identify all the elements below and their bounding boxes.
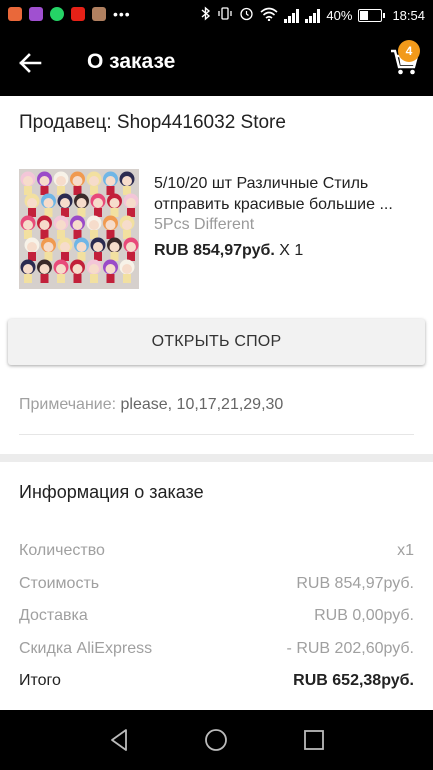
product-variant: 5Pcs Different: [154, 216, 255, 233]
info-value: RUB 854,97руб.: [296, 575, 414, 592]
status-bar: ••• 40% 18:54: [0, 0, 433, 30]
info-value: x1: [397, 542, 414, 559]
alarm-icon: [239, 6, 254, 25]
battery-percent: 40%: [326, 7, 353, 23]
divider: [19, 434, 414, 435]
product-title[interactable]: 5/10/20 шт Различные Стиль отправить кра…: [154, 173, 419, 215]
info-label: Стоимость: [19, 575, 100, 592]
nav-recents-button[interactable]: [300, 726, 328, 754]
order-info-card: Информация о заказе Количество x1 Стоимо…: [0, 462, 433, 710]
signal-icon: [284, 8, 300, 23]
product-title-line: отправить красивые большие ...: [154, 196, 393, 213]
triangle-back-icon: [111, 729, 127, 751]
bluetooth-icon: [201, 6, 211, 25]
page-title: О заказе: [87, 50, 176, 73]
product-price-row: RUB 854,97руб. X 1: [154, 242, 303, 260]
app-bar: О заказе 4: [0, 30, 433, 96]
vibrate-icon: [217, 6, 233, 25]
info-label: Скидка AliExpress: [19, 640, 153, 657]
product-price: RUB 854,97руб.: [154, 242, 275, 259]
info-value: - RUB 202,60руб.: [286, 640, 414, 657]
wifi-icon: [260, 7, 278, 25]
square-recents-icon: [304, 730, 324, 750]
back-button[interactable]: [14, 47, 46, 79]
youtube-icon: [71, 7, 85, 21]
product-image[interactable]: [19, 169, 139, 289]
system-nav-bar: [0, 710, 433, 770]
notification-app-icon: [92, 7, 106, 21]
open-dispute-button[interactable]: ОТКРЫТЬ СПОР: [8, 319, 425, 365]
clock: 18:54: [392, 7, 425, 23]
circle-home-icon: [205, 729, 227, 751]
order-note: Примечание: please, 10,17,21,29,30: [19, 396, 283, 414]
info-label: Итого: [19, 672, 61, 689]
cart-count-badge: 4: [398, 40, 420, 62]
info-value: RUB 0,00руб.: [314, 607, 414, 624]
info-label: Доставка: [19, 607, 88, 624]
notification-app-icon: [8, 7, 22, 21]
signal-icon: [305, 8, 321, 23]
notification-icons: •••: [8, 7, 131, 21]
system-status: 40% 18:54: [201, 6, 425, 25]
arrow-back-icon: [19, 53, 42, 73]
more-notifications-icon: •••: [113, 6, 131, 22]
seller-name[interactable]: Продавец: Shop4416032 Store: [19, 112, 286, 134]
whatsapp-icon: [50, 7, 64, 21]
dolls-photo: [19, 169, 139, 289]
order-details-content[interactable]: Продавец: Shop4416032 Store 5/10/20 шт Р…: [0, 96, 433, 710]
order-card: Продавец: Shop4416032 Store 5/10/20 шт Р…: [0, 96, 433, 454]
product-title-line: 5/10/20 шт Различные Стиль: [154, 175, 369, 192]
note-label: Примечание:: [19, 396, 117, 413]
order-info-title: Информация о заказе: [19, 482, 204, 502]
note-value: please, 10,17,21,29,30: [120, 396, 284, 413]
battery-icon: [358, 9, 386, 22]
battery-fill: [360, 11, 369, 20]
notification-app-icon: [29, 7, 43, 21]
product-quantity: X 1: [279, 242, 304, 259]
info-value: RUB 652,38руб.: [293, 672, 414, 689]
nav-home-button[interactable]: [202, 726, 230, 754]
info-label: Количество: [19, 542, 105, 559]
nav-back-button[interactable]: [106, 726, 134, 754]
